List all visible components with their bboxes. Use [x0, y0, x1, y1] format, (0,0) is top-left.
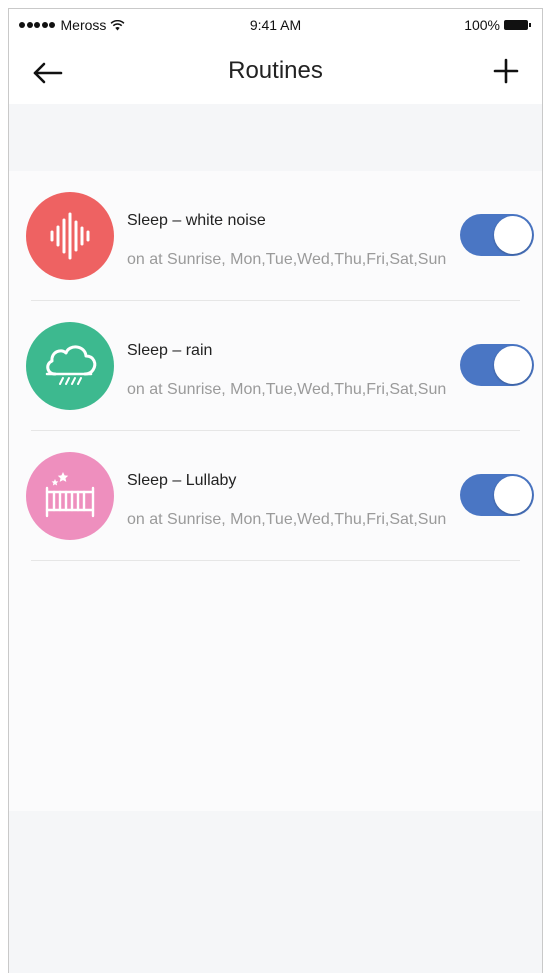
row-divider	[31, 560, 520, 561]
rain-cloud-icon	[26, 322, 114, 410]
routine-schedule: on at Sunrise, Mon,Tue,Wed,Thu,Fri,Sat,S…	[127, 251, 447, 268]
routine-title: Sleep – rain	[127, 342, 213, 359]
header-spacer	[9, 104, 542, 171]
routine-schedule: on at Sunrise, Mon,Tue,Wed,Thu,Fri,Sat,S…	[127, 381, 447, 398]
status-bar: Meross 9:41 AM 100%	[9, 9, 542, 39]
routine-toggle[interactable]	[460, 474, 534, 516]
toggle-knob	[494, 216, 532, 254]
routine-list: Sleep – white noise on at Sunrise, Mon,T…	[9, 171, 542, 811]
nav-bar: Routines	[9, 39, 542, 103]
sound-wave-icon	[26, 192, 114, 280]
routine-row-rain[interactable]: Sleep – rain on at Sunrise, Mon,Tue,Wed,…	[9, 301, 542, 431]
routine-row-white-noise[interactable]: Sleep – white noise on at Sunrise, Mon,T…	[9, 171, 542, 301]
battery-percent: 100%	[464, 17, 500, 33]
routine-title: Sleep – white noise	[127, 212, 266, 229]
routine-schedule: on at Sunrise, Mon,Tue,Wed,Thu,Fri,Sat,S…	[127, 511, 447, 528]
phone-screen: Meross 9:41 AM 100% Routines Sleep – whi…	[8, 8, 543, 973]
toggle-knob	[494, 346, 532, 384]
routine-toggle[interactable]	[460, 344, 534, 386]
footer-area	[9, 811, 542, 973]
status-right: 100%	[464, 17, 531, 33]
status-time: 9:41 AM	[249, 17, 302, 33]
routine-title: Sleep – Lullaby	[127, 472, 237, 489]
crib-icon	[26, 452, 114, 540]
page-title: Routines	[228, 57, 323, 84]
plus-icon[interactable]	[492, 57, 520, 85]
battery-icon	[504, 20, 531, 30]
routine-toggle[interactable]	[460, 214, 534, 256]
toggle-knob	[494, 476, 532, 514]
routine-row-lullaby[interactable]: Sleep – Lullaby on at Sunrise, Mon,Tue,W…	[9, 431, 542, 561]
